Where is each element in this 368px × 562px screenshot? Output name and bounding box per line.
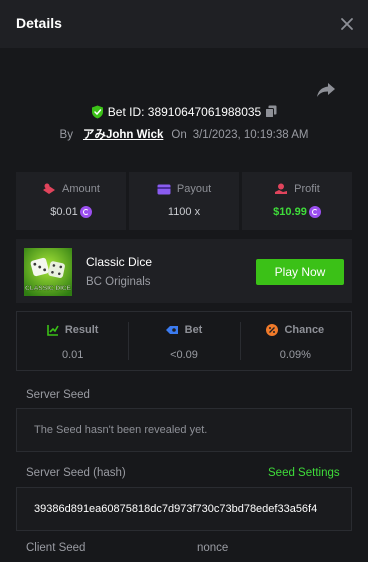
nonce-label: nonce — [197, 542, 229, 554]
profit-icon — [275, 183, 288, 195]
percent-icon — [266, 324, 279, 337]
payout-label: Payout — [176, 183, 212, 196]
profit-value: $10.99 — [273, 206, 307, 218]
stat-amount: Amount $0.01 — [16, 172, 126, 230]
result-cell: Result 0.01 — [17, 312, 128, 370]
result-icon — [47, 325, 59, 336]
chance-value: 0.09% — [279, 349, 311, 361]
play-now-button[interactable]: Play Now — [256, 259, 344, 285]
result-value: 0.01 — [61, 349, 84, 361]
amount-icon — [43, 183, 56, 195]
bet-author-row: By アみJohn Wick On 3/1/2023, 10:19:38 AM — [0, 126, 368, 144]
payout-icon — [157, 184, 171, 195]
coin-icon — [308, 206, 321, 219]
bet-id-row: Bet ID: 38910647061988035 — [0, 104, 368, 124]
bet-value: <0.09 — [170, 349, 198, 361]
chance-cell: Chance 0.09% — [239, 312, 351, 370]
bet-id: Bet ID: 38910647061988035 — [107, 104, 262, 119]
profit-label: Profit — [294, 183, 320, 196]
thumbnail-text: CLASSIC DICE — [25, 285, 72, 292]
user-link[interactable]: アみJohn Wick — [83, 129, 163, 141]
by-label: By — [59, 129, 73, 141]
server-hash-label: Server Seed (hash) — [26, 467, 126, 479]
result-panel: Result 0.01 Bet <0.09 Chance 0.09% — [16, 311, 352, 371]
modal-header: Details — [0, 0, 368, 48]
seed-settings-link[interactable]: Seed Settings — [268, 467, 340, 479]
chance-label: Chance — [284, 324, 325, 337]
server-seed-label: Server Seed — [26, 389, 90, 401]
bet-label: Bet — [184, 324, 203, 337]
game-provider: BC Originals — [86, 276, 151, 288]
game-name[interactable]: Classic Dice — [86, 255, 152, 269]
amount-label: Amount — [62, 183, 100, 196]
verified-shield-icon — [91, 105, 103, 119]
copy-icon[interactable] — [265, 105, 277, 119]
game-card: CLASSIC DICE Classic Dice BC Originals P… — [16, 239, 352, 303]
close-icon[interactable] — [338, 15, 356, 33]
bet-icon — [165, 326, 178, 335]
bet-cell: Bet <0.09 — [128, 312, 239, 370]
result-label: Result — [64, 324, 99, 337]
amount-value: $0.01 — [50, 206, 78, 218]
classic-dice-thumbnail[interactable]: CLASSIC DICE — [24, 248, 72, 296]
share-icon[interactable] — [315, 80, 337, 100]
client-seed-label: Client Seed — [26, 542, 86, 554]
bet-stats: Amount $0.01 Payout 1100 x Profit $10.99 — [16, 172, 352, 230]
server-seed-field[interactable]: The Seed hasn't been revealed yet. — [16, 408, 352, 452]
coin-icon — [79, 206, 92, 219]
modal-title: Details — [16, 15, 62, 31]
server-hash-field[interactable]: 39386d891ea60875818dc7d973f730c73bd78ede… — [16, 487, 352, 531]
payout-value: 1100 x — [167, 206, 201, 218]
stat-profit: Profit $10.99 — [242, 172, 352, 230]
on-label: On — [171, 129, 187, 141]
stat-payout: Payout 1100 x — [129, 172, 239, 230]
bet-datetime: 3/1/2023, 10:19:38 AM — [192, 129, 309, 141]
